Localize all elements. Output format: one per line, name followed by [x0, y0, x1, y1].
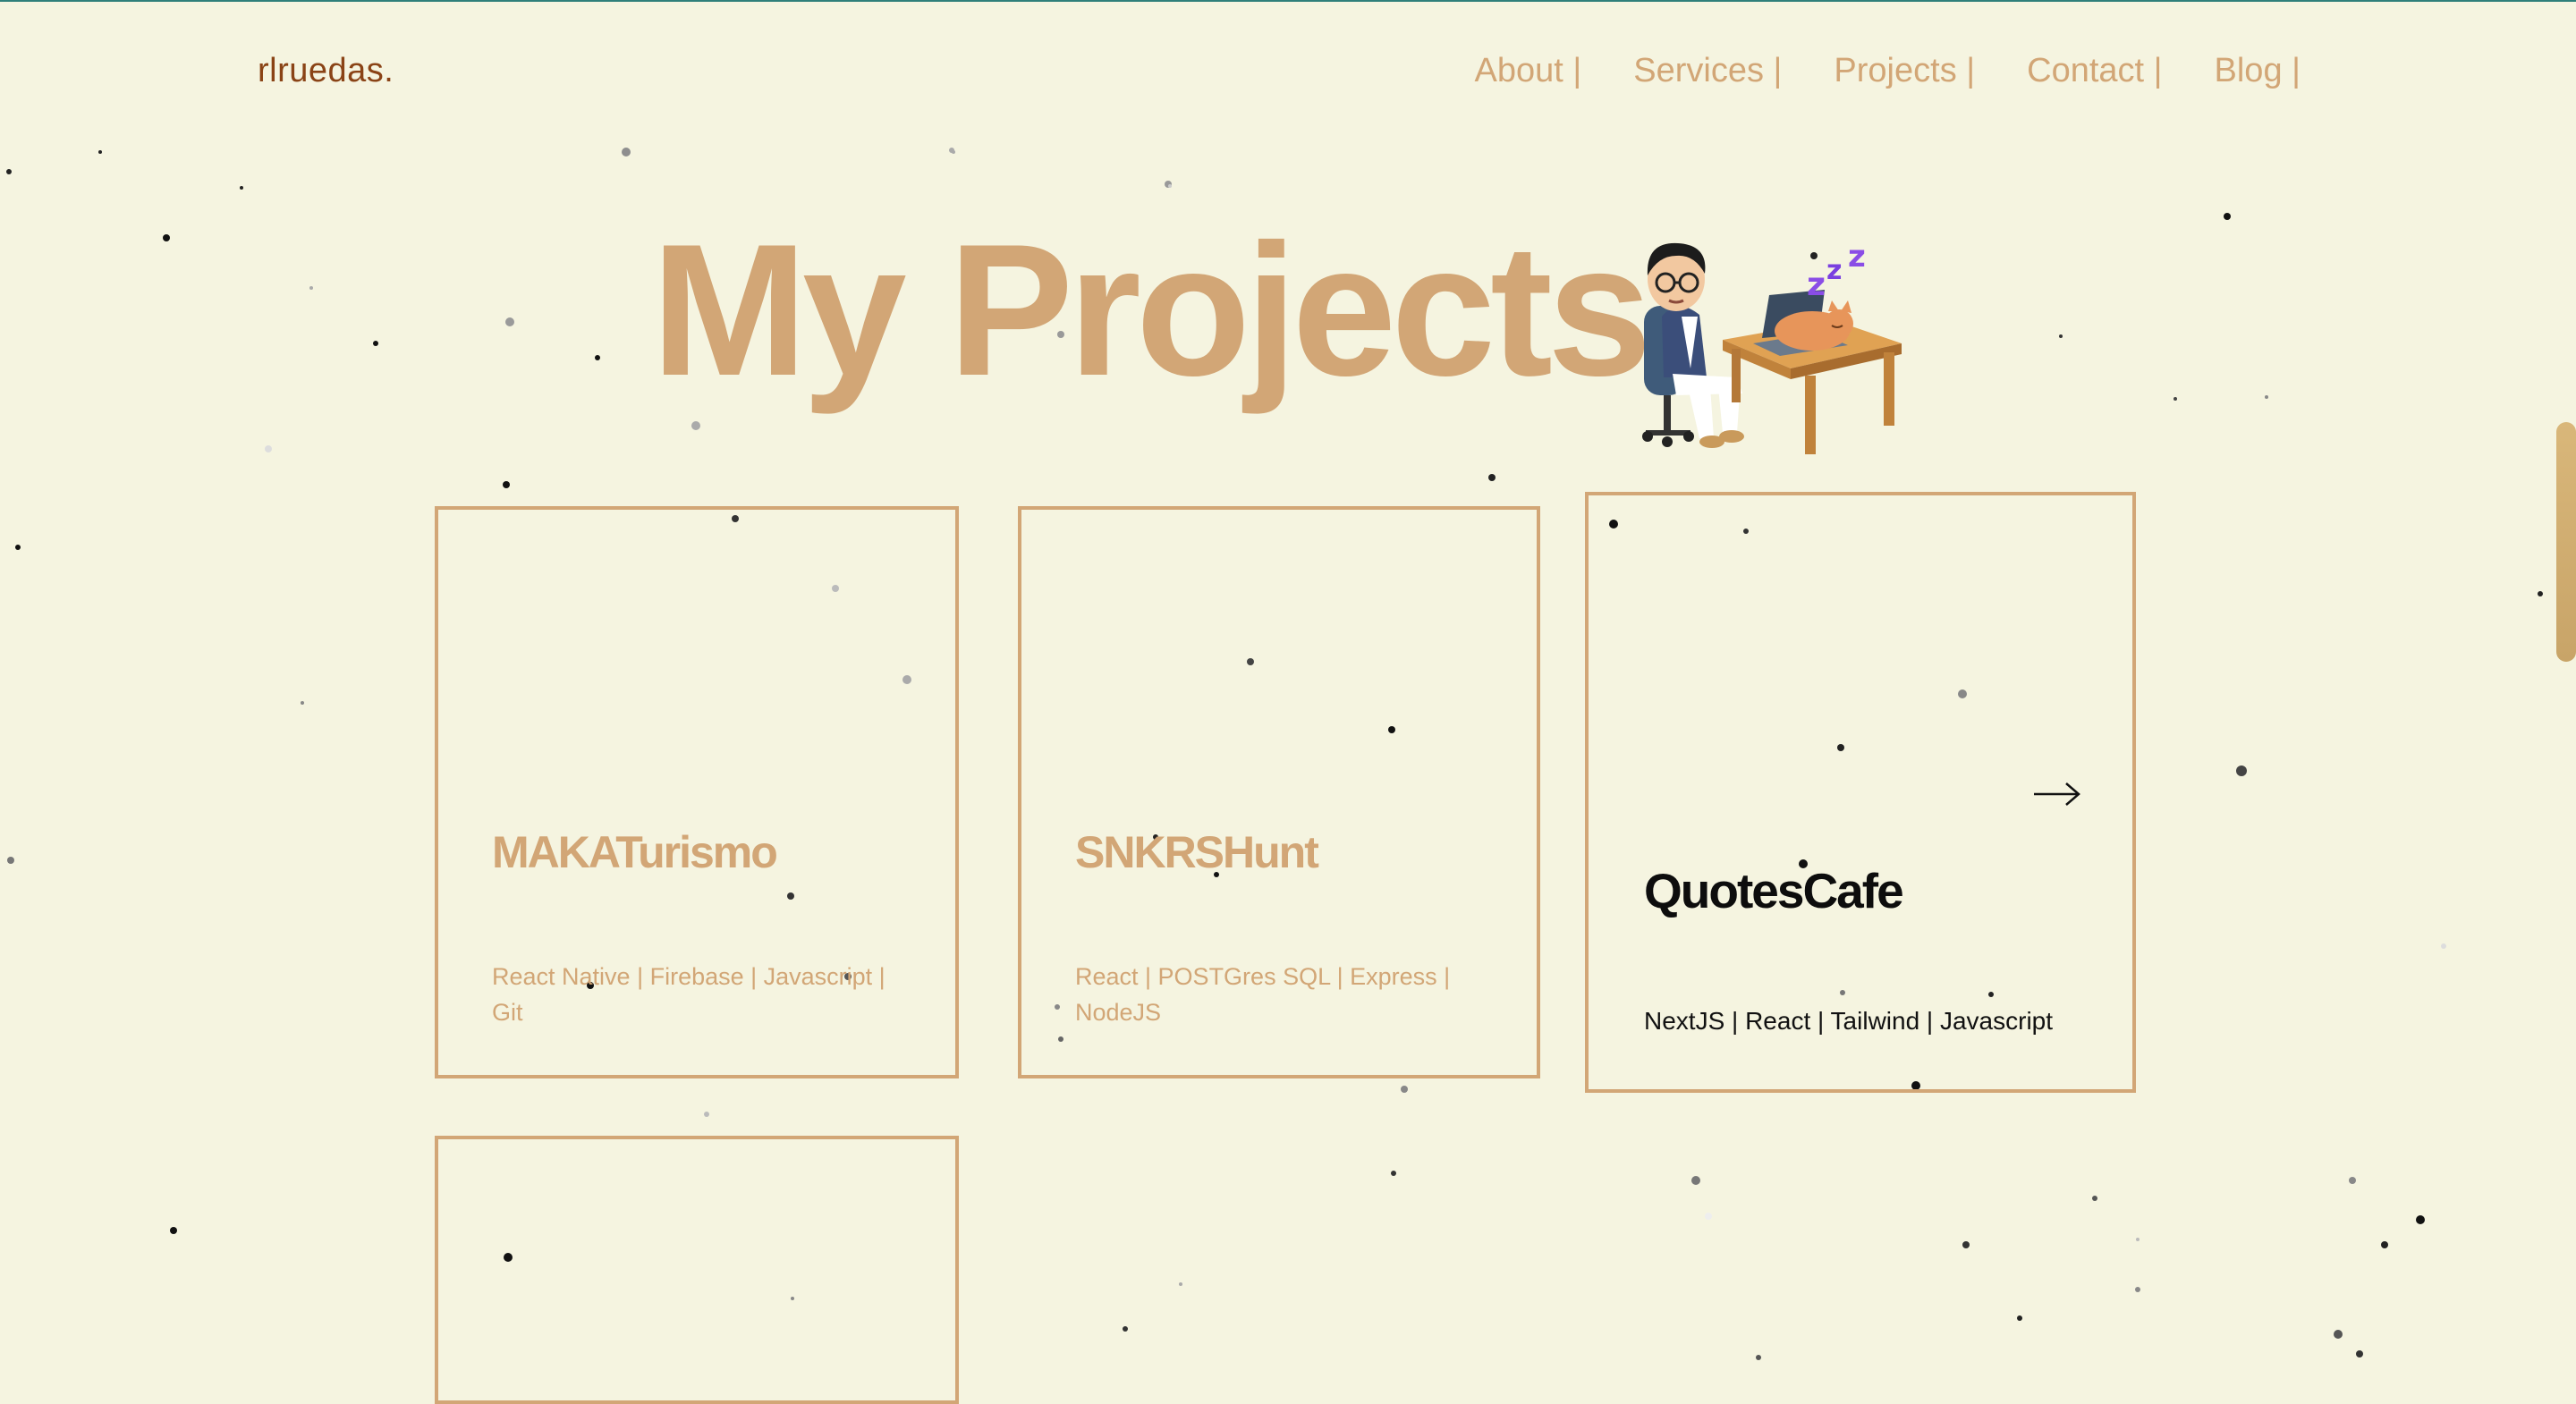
particle-dot [2092, 1196, 2097, 1201]
particle-dot [170, 1227, 177, 1234]
particle-dot [1179, 1282, 1182, 1286]
particle-dot [309, 286, 313, 290]
project-title: SNKRSHunt [1075, 827, 1319, 877]
particle-dot [505, 317, 514, 326]
particle-dot [2538, 591, 2543, 596]
particle-dot [691, 421, 700, 430]
particle-dot [2174, 397, 2177, 401]
particle-dot [373, 341, 378, 346]
scrollbar-thumb[interactable] [2556, 422, 2576, 662]
particle-dot [1123, 1326, 1128, 1332]
particle-dot [1168, 184, 1172, 188]
particle-dot [2135, 1287, 2140, 1292]
particle-dot [15, 545, 21, 550]
nav-services[interactable]: Services | [1633, 52, 1782, 90]
svg-text:z: z [1848, 239, 1866, 275]
particle-dot [240, 186, 243, 190]
page-title: My Projects [651, 205, 1652, 415]
particle-dot [2224, 213, 2231, 220]
particle-dot [2017, 1315, 2022, 1321]
project-title: QuotesCafe [1644, 863, 1904, 918]
svg-text:z: z [1826, 255, 1842, 286]
particle-dot [98, 150, 102, 154]
svg-text:z: z [1807, 266, 1826, 303]
particle-dot [1401, 1086, 1408, 1093]
particle-dot [2334, 1330, 2343, 1339]
project-card-snkrshunt[interactable]: SNKRSHunt React | POSTGres SQL | Express… [1018, 506, 1540, 1078]
project-tech: React Native | Firebase | Javascript | G… [492, 963, 886, 1026]
avatar-illustration: z z z [1642, 239, 1902, 454]
particle-dot [265, 445, 272, 452]
particle-dot [1756, 1355, 1761, 1360]
particle-dot [704, 1112, 709, 1117]
particle-dot [2265, 395, 2268, 399]
nav-blog[interactable]: Blog | [2215, 52, 2301, 90]
particle-dot [622, 148, 631, 156]
particle-dot [595, 355, 600, 360]
particle-dot [1691, 1176, 1700, 1185]
particle-dot [2416, 1215, 2425, 1224]
particle-dot [2059, 334, 2063, 338]
particle-dot [2381, 1241, 2388, 1248]
particle-dot [2136, 1238, 2140, 1241]
project-title: MAKATurismo [492, 827, 778, 877]
particle-dot [1705, 1213, 1712, 1220]
particle-dot [503, 481, 510, 488]
particle-dot [2349, 1177, 2356, 1184]
nav-projects[interactable]: Projects | [1834, 52, 1975, 90]
particle-dot [2236, 765, 2247, 776]
project-card-fourth[interactable] [435, 1136, 959, 1404]
particle-dot [301, 701, 304, 705]
particle-dot [1962, 1241, 1970, 1248]
project-card-makaturismo[interactable]: MAKATurismo React Native | Firebase | Ja… [435, 506, 959, 1078]
particle-dot [2441, 943, 2446, 949]
particle-dot [1391, 1171, 1396, 1176]
project-tech: NextJS | React | Tailwind | Javascript [1644, 1007, 2054, 1035]
nav-about[interactable]: About | [1475, 52, 1582, 90]
brand-logo[interactable]: rlruedas. [258, 52, 394, 90]
main-nav: About | Services | Projects | Contact | … [1475, 52, 2301, 90]
arrow-right-icon[interactable] [2032, 780, 2082, 808]
project-card-quotescafe[interactable]: QuotesCafe NextJS | React | Tailwind | J… [1585, 492, 2136, 1093]
project-tech: React | POSTGres SQL | Express | NodeJS [1075, 963, 1451, 1026]
nav-contact[interactable]: Contact | [2027, 52, 2162, 90]
particle-dot [2356, 1350, 2363, 1357]
particle-dot [1488, 474, 1496, 481]
particle-dot [7, 857, 14, 864]
particle-dot [6, 169, 12, 174]
particle-dot [163, 234, 170, 241]
particle-dot [952, 150, 955, 154]
